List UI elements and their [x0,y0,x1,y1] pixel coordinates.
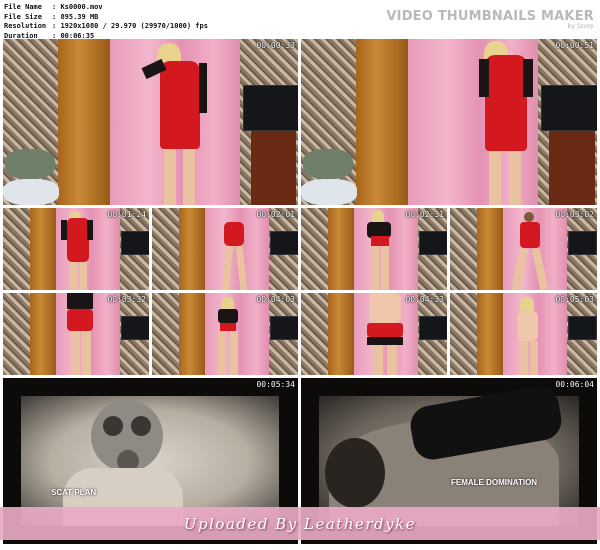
tv-icon [568,231,597,255]
timestamp: 00:03:32 [107,295,146,304]
file-name-value: Ks0000.mov [60,3,103,11]
tv-icon [243,85,298,131]
thumbnail-1[interactable]: 00:00:33 [3,39,298,205]
file-size-value: 895.39 MB [60,12,99,21]
thumbnail-7[interactable]: 00:03:32 [3,293,149,375]
thumbnail-6[interactable]: 00:03:02 [450,208,597,290]
thumbnail-4[interactable]: 00:02:01 [152,208,298,290]
brand-logo: VIDEO THUMBNAILS MAKER by Scorp [386,9,594,30]
tv-icon [121,316,149,340]
timestamp: 00:04:33 [405,295,444,304]
thumbnail-5[interactable]: 00:02:31 [301,208,447,290]
resolution-key: Resolution [4,22,47,30]
brand-title: VIDEO THUMBNAILS MAKER [386,9,594,24]
timestamp: 00:02:31 [405,210,444,219]
resolution-value: 1920x1080 / 29.970 (29970/1000) fps [60,22,208,30]
film-caption: FEMALE DOMINATION [451,478,538,487]
timestamp: 00:04:03 [256,295,295,304]
tv-icon [270,231,298,255]
timestamp: 00:00:51 [555,41,594,50]
timestamp: 00:05:03 [555,295,594,304]
timestamp: 00:00:33 [256,41,295,50]
thumbnail-10[interactable]: 00:05:03 [450,293,597,375]
tv-icon [541,85,597,131]
tv-icon [419,231,447,255]
timestamp: 00:01:24 [107,210,146,219]
thumbnail-9[interactable]: 00:04:33 [301,293,447,375]
brand-subtitle: by Scorp [567,23,594,30]
file-size-key: File Size [4,12,42,21]
tv-icon [419,316,447,340]
file-info-panel: File Name: Ks0000.mov File Size: 895.39 … [4,3,208,40]
thumbnail-8[interactable]: 00:04:03 [152,293,298,375]
tv-icon [270,316,298,340]
tv-icon [568,316,597,340]
uploader-watermark: Uploaded By Leatherdyke [0,507,600,540]
tv-icon [121,231,149,255]
file-name-key: File Name [4,3,42,11]
thumbnail-3[interactable]: 00:01:24 [3,208,149,290]
thumbnail-2[interactable]: 00:00:51 [301,39,597,205]
timestamp: 00:06:04 [555,380,594,389]
film-caption: SCAT PLAN [51,488,97,497]
timestamp: 00:02:01 [256,210,295,219]
timestamp: 00:03:02 [555,210,594,219]
timestamp: 00:05:34 [256,380,295,389]
